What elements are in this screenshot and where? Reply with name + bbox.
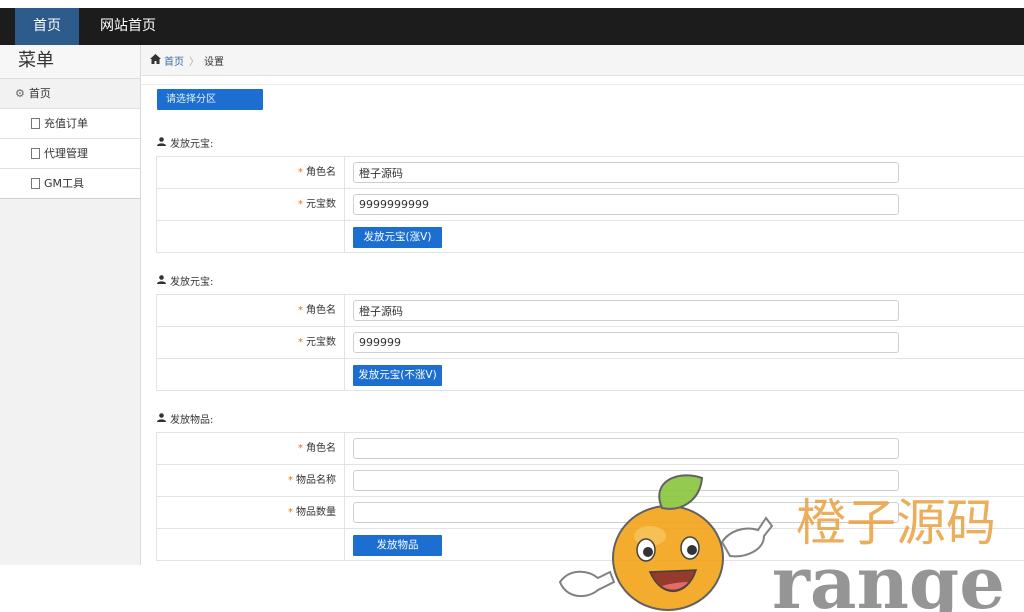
home-icon: [150, 53, 161, 67]
empty-label-cell: [157, 221, 345, 252]
gold-novip-form: *角色名 *元宝数 发放元宝(不涨V): [156, 294, 1024, 391]
breadcrumb-separator: 〉: [189, 56, 199, 68]
sidebar-item-label: 首页: [28, 86, 51, 100]
gold-amount-input[interactable]: [353, 332, 899, 353]
breadcrumb-home-link[interactable]: 首页: [164, 53, 184, 68]
sidebar-item-home[interactable]: ⚙ 首页: [0, 79, 140, 109]
user-icon: [157, 136, 166, 149]
divider: [141, 84, 1024, 85]
item-grant-form: * 角色名 * 物品名称 * 物品数量 发放物品: [156, 432, 1024, 561]
sidebar: 菜单 ⚙ 首页 充值订单 代理管理 GM工具: [0, 45, 141, 565]
nav-site-home[interactable]: 网站首页: [90, 8, 166, 45]
form-row-amount: * 元宝数: [157, 189, 1024, 221]
page-icon: [31, 178, 40, 189]
field-label: * 角色名: [157, 157, 345, 188]
section-title: 发放元宝:: [157, 135, 213, 150]
form-row-role: * 角色名: [157, 295, 1024, 327]
field-label: * 角色名: [157, 433, 345, 464]
role-name-input[interactable]: [353, 162, 899, 183]
item-quantity-input[interactable]: [353, 502, 899, 523]
form-row-role: * 角色名: [157, 433, 1024, 465]
sidebar-item-recharge-orders[interactable]: 充值订单: [0, 109, 140, 139]
sidebar-title: 菜单: [0, 45, 140, 79]
section-title: 发放物品:: [157, 411, 213, 426]
section-title-label: 发放元宝:: [170, 139, 214, 150]
gold-vip-form: *角色名 *元宝数 发放元宝(涨V): [156, 156, 1024, 253]
breadcrumb-current: 设置: [204, 56, 224, 68]
select-area-button[interactable]: 请选择分区: [157, 89, 263, 110]
grant-item-button[interactable]: 发放物品: [353, 535, 442, 556]
sidebar-item-agent-management[interactable]: 代理管理: [0, 139, 140, 169]
form-row-submit: 发放元宝(不涨V): [157, 359, 1024, 391]
field-label: * 角色名: [157, 295, 345, 326]
breadcrumb: 首页 〉 设置: [141, 45, 1024, 76]
section-title: 发放元宝:: [157, 273, 213, 288]
sidebar-item-label: 代理管理: [44, 146, 88, 160]
form-row-item-name: * 物品名称: [157, 465, 1024, 497]
empty-label-cell: [157, 529, 345, 560]
section-title-label: 发放元宝:: [170, 277, 214, 288]
page-icon: [31, 148, 40, 159]
nav-home[interactable]: 首页: [15, 8, 79, 45]
gear-icon: ⚙: [15, 86, 25, 100]
main-content: 请选择分区 发放元宝: *角色名 *元宝数 发放元宝(涨V) 发放元宝: *角色…: [141, 76, 1024, 612]
grant-gold-novip-button[interactable]: 发放元宝(不涨V): [353, 365, 442, 386]
form-row-amount: * 元宝数: [157, 327, 1024, 359]
field-label: * 物品数量: [157, 497, 345, 528]
user-icon: [157, 274, 166, 287]
user-icon: [157, 412, 166, 425]
section-title-label: 发放物品:: [170, 415, 214, 426]
top-nav-bar: 首页 网站首页: [0, 8, 1024, 45]
role-name-input[interactable]: [353, 438, 899, 459]
field-label: * 元宝数: [157, 327, 345, 358]
grant-gold-vip-button[interactable]: 发放元宝(涨V): [353, 227, 442, 248]
form-row-submit: 发放物品: [157, 529, 1024, 561]
field-label: * 物品名称: [157, 465, 345, 496]
form-row-submit: 发放元宝(涨V): [157, 221, 1024, 253]
page-icon: [31, 118, 40, 129]
sidebar-item-label: GM工具: [44, 176, 85, 190]
gold-amount-input[interactable]: [353, 194, 899, 215]
empty-label-cell: [157, 359, 345, 390]
form-row-role: * 角色名: [157, 157, 1024, 189]
field-label: * 元宝数: [157, 189, 345, 220]
sidebar-item-label: 充值订单: [44, 116, 88, 130]
role-name-input[interactable]: [353, 300, 899, 321]
sidebar-item-gm-tools[interactable]: GM工具: [0, 169, 140, 199]
item-name-input[interactable]: [353, 470, 899, 491]
form-row-item-qty: * 物品数量: [157, 497, 1024, 529]
